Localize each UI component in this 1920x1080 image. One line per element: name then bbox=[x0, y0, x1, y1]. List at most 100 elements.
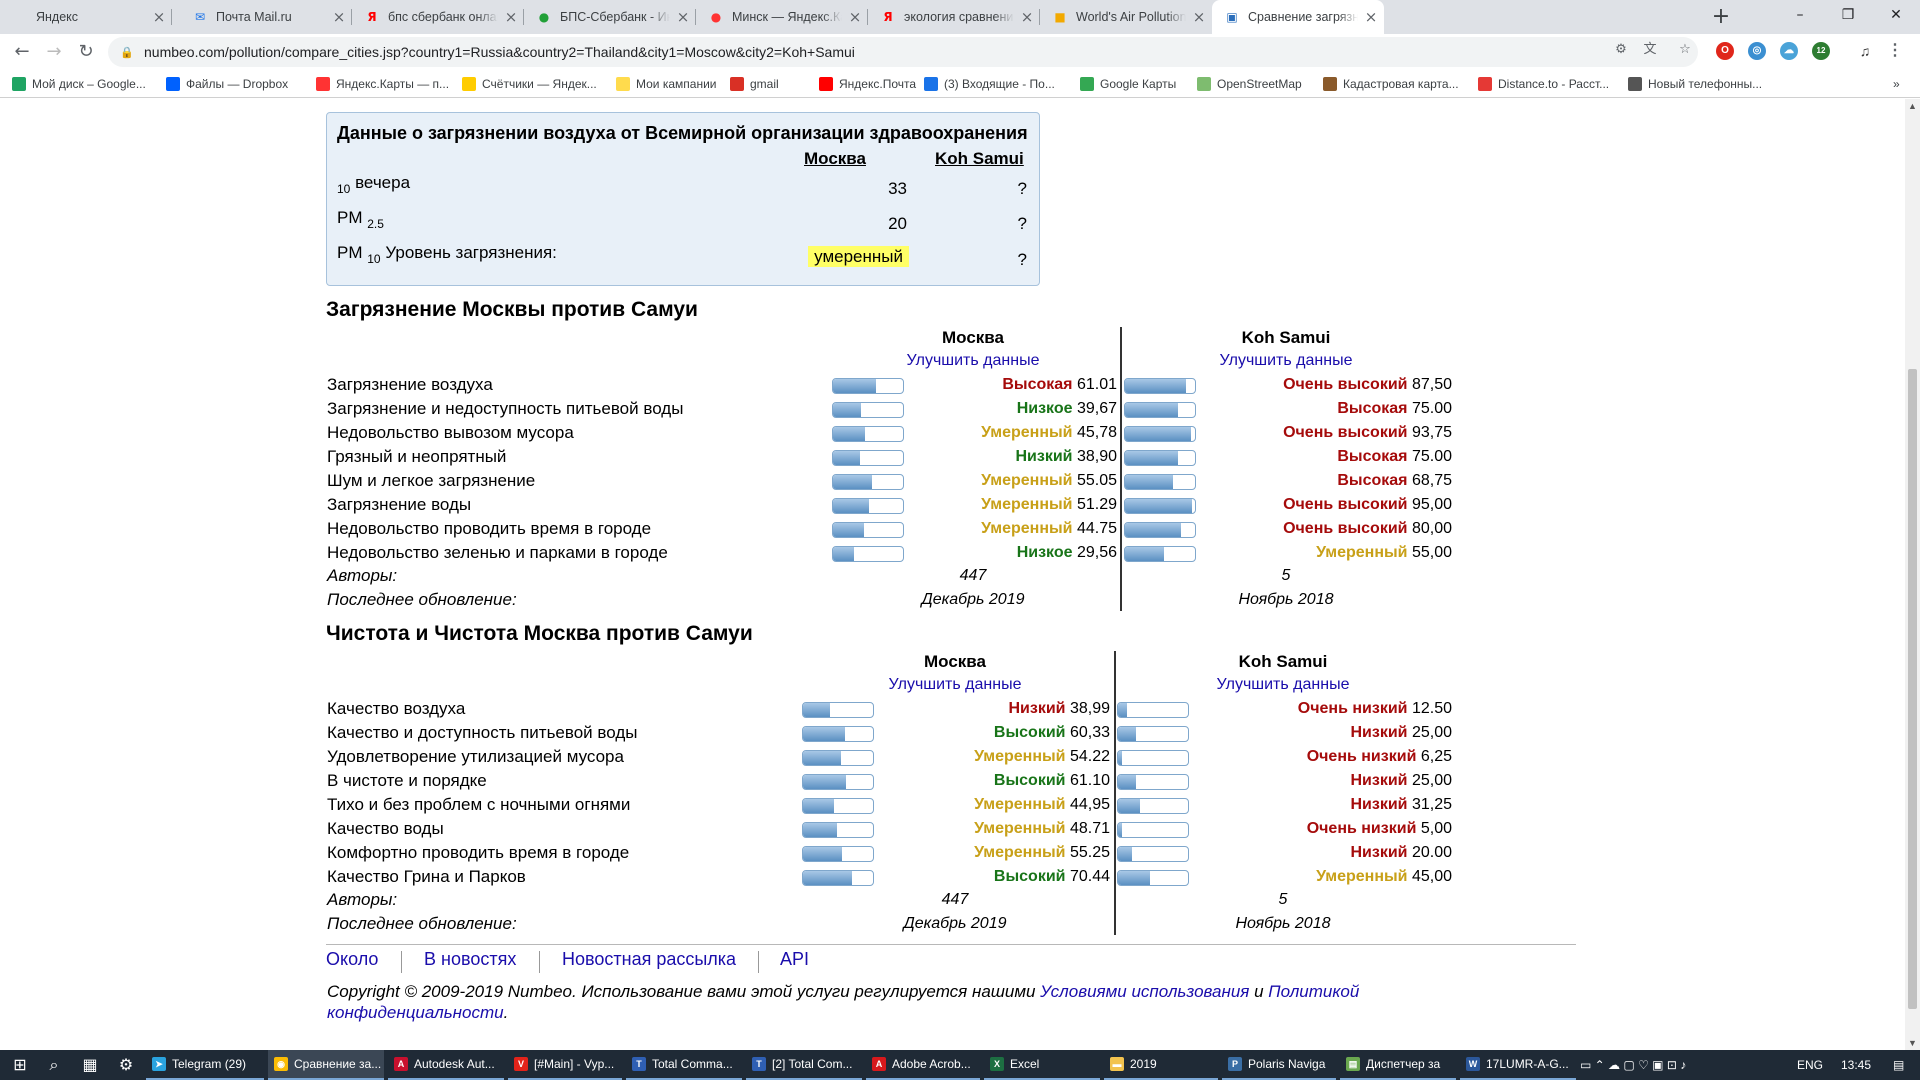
page-scrollbar[interactable]: ▲ ▼ bbox=[1905, 99, 1920, 1050]
browser-tab[interactable]: ✉ Почта Mail.ru × bbox=[180, 0, 352, 34]
close-window-button[interactable]: ✕ bbox=[1872, 0, 1920, 32]
tab-close-icon[interactable]: × bbox=[326, 8, 352, 26]
taskbar-app[interactable]: ◉ Сравнение за... bbox=[268, 1050, 384, 1080]
tab-close-icon[interactable]: × bbox=[1358, 8, 1384, 26]
browser-tab[interactable]: Ябпс сбербанк онлайн — Яндекс× bbox=[352, 0, 524, 34]
bookmark-item[interactable]: Яндекс.Почта bbox=[819, 75, 916, 93]
bookmark-item[interactable]: Кадастровая карта... bbox=[1323, 75, 1459, 93]
taskbar-app[interactable]: P Polaris Naviga bbox=[1222, 1050, 1336, 1080]
taskbar-app[interactable]: ▬ 2019 bbox=[1104, 1050, 1218, 1080]
scroll-down-arrow-icon[interactable]: ▼ bbox=[1908, 1038, 1917, 1048]
taskbar-app[interactable]: A Autodesk Aut... bbox=[388, 1050, 504, 1080]
bookmarks-overflow-icon[interactable]: » bbox=[1893, 75, 1900, 93]
badge-extension-icon[interactable]: 12 bbox=[1812, 42, 1830, 60]
calculator-icon[interactable]: ▦ bbox=[80, 1055, 100, 1075]
taskbar-app[interactable]: V [#Main] - Vyp... bbox=[508, 1050, 622, 1080]
browser-tab[interactable]: ● Минск — Яндекс.Карты× bbox=[696, 0, 868, 34]
clock[interactable]: 13:45 bbox=[1841, 1058, 1871, 1072]
bookmark-item[interactable]: Новый телефонны... bbox=[1628, 75, 1762, 93]
pollution-city2-rating: Очень высокий 95,00 bbox=[1283, 496, 1452, 514]
browser-tab[interactable]: Я Яндекс × bbox=[0, 0, 172, 34]
bookmark-item[interactable]: Google Карты bbox=[1080, 75, 1176, 93]
footer-link-news[interactable]: В новостях bbox=[424, 949, 516, 970]
scrollbar-thumb[interactable] bbox=[1908, 369, 1917, 1009]
menu-dots-icon[interactable]: ⋮ bbox=[1886, 42, 1904, 60]
forward-button[interactable]: → bbox=[40, 38, 68, 66]
tab-close-icon[interactable]: × bbox=[1186, 8, 1212, 26]
settings-icon[interactable]: ⚙ bbox=[116, 1055, 136, 1075]
extension-icon[interactable]: ◎ bbox=[1748, 42, 1766, 60]
bookmark-item[interactable]: Файлы — Dropbox bbox=[166, 75, 288, 93]
bookmark-item[interactable]: Счётчики — Яндек... bbox=[462, 75, 597, 93]
scroll-up-arrow-icon[interactable]: ▲ bbox=[1908, 101, 1917, 111]
taskbar-app[interactable]: T Total Comma... bbox=[626, 1050, 742, 1080]
browser-tab[interactable]: ■ World's Air Pollution: Real-t× bbox=[1040, 0, 1212, 34]
cloud-extension-icon[interactable]: ☁ bbox=[1780, 42, 1798, 60]
pollution-city2-rating: Очень высокий 87,50 bbox=[1283, 376, 1452, 394]
taskbar-app[interactable]: T [2] Total Com... bbox=[746, 1050, 862, 1080]
pollution-city2-score-bar bbox=[1124, 498, 1196, 514]
minimize-button[interactable]: – bbox=[1776, 0, 1824, 32]
language-indicator[interactable]: ENG bbox=[1797, 1058, 1823, 1072]
rating-value: 48.71 bbox=[1069, 820, 1110, 837]
taskbar-app-label: Polaris Naviga bbox=[1248, 1057, 1326, 1071]
terms-link[interactable]: Условиями использования bbox=[1040, 982, 1249, 1001]
bookmark-star-icon[interactable]: ☆ bbox=[1676, 41, 1694, 59]
purity-improve-link-1[interactable]: Улучшить данные bbox=[855, 676, 1055, 694]
search-icon[interactable]: ⌕ bbox=[44, 1055, 64, 1075]
rating-value: 55,00 bbox=[1411, 544, 1452, 561]
tab-close-icon[interactable]: × bbox=[498, 8, 524, 26]
tab-close-icon[interactable]: × bbox=[842, 8, 868, 26]
back-button[interactable]: ← bbox=[8, 38, 36, 66]
rating-value: 61.01 bbox=[1076, 376, 1117, 393]
taskbar-app[interactable]: ➤ Telegram (29) bbox=[146, 1050, 264, 1080]
pollution-improve-link-1[interactable]: Улучшить данные bbox=[873, 352, 1073, 370]
purity-city1-score-bar bbox=[802, 774, 874, 790]
tab-close-icon[interactable]: × bbox=[670, 8, 696, 26]
pollution-row-label: Недовольство проводить время в городе bbox=[327, 519, 652, 538]
maximize-button[interactable]: ❐ bbox=[1824, 0, 1872, 32]
bookmark-item[interactable]: gmail bbox=[730, 75, 779, 93]
footer-link-api[interactable]: API bbox=[780, 949, 809, 970]
pollution-city1-rating: Умеренный 55.05 bbox=[981, 472, 1117, 490]
taskbar-app[interactable]: X Excel bbox=[984, 1050, 1100, 1080]
taskbar-app[interactable]: W 17LUMR-A-G... bbox=[1460, 1050, 1576, 1080]
opera-extension-icon[interactable]: O bbox=[1716, 42, 1734, 60]
bookmark-item[interactable]: OpenStreetMap bbox=[1197, 75, 1302, 93]
taskbar-app[interactable]: A Adobe Acrob... bbox=[866, 1050, 980, 1080]
bookmark-item[interactable]: Distance.to - Расст... bbox=[1478, 75, 1609, 93]
windows-start-icon[interactable]: ⊞ bbox=[10, 1055, 30, 1075]
notifications-icon[interactable]: ▤ bbox=[1893, 1058, 1904, 1072]
score-bar-fill bbox=[1125, 499, 1192, 513]
bookmark-item[interactable]: Яндекс.Карты — п... bbox=[316, 75, 449, 93]
reload-button[interactable]: ↻ bbox=[72, 38, 100, 66]
tab-close-icon[interactable]: × bbox=[146, 8, 172, 26]
browser-tab[interactable]: ▣ Сравнение загрязнения м× bbox=[1212, 0, 1384, 34]
footer-link-newsletter[interactable]: Новостная рассылка bbox=[562, 949, 736, 970]
bookmark-item[interactable]: (3) Входящие - По... bbox=[924, 75, 1055, 93]
tab-close-icon[interactable]: × bbox=[1014, 8, 1040, 26]
bookmark-item[interactable]: Мои кампании bbox=[616, 75, 716, 93]
translate-icon[interactable]: 文 bbox=[1641, 41, 1659, 59]
address-bar[interactable]: 🔒 numbeo.com/pollution/compare_cities.js… bbox=[108, 37, 1698, 67]
pollution-improve-link-2[interactable]: Улучшить данные bbox=[1186, 352, 1386, 370]
pollution-city2-score-bar bbox=[1124, 522, 1196, 538]
purity-updated-city2: Ноябрь 2018 bbox=[1235, 915, 1331, 932]
acrobat-icon: A bbox=[872, 1057, 886, 1071]
browser-tab[interactable]: Яэкология сравнение город× bbox=[868, 0, 1040, 34]
rating-word: Очень высокий bbox=[1283, 520, 1408, 537]
score-bar-fill bbox=[1125, 475, 1174, 489]
browser-tab[interactable]: ● БПС-Сбербанк - Интернет× bbox=[524, 0, 696, 34]
footer-link-about[interactable]: Около bbox=[326, 949, 378, 970]
purity-city2-rating: Очень низкий 5,00 bbox=[1307, 820, 1452, 838]
new-tab-button[interactable]: + bbox=[1708, 4, 1734, 30]
pollution-city1-rating: Умеренный 44.75 bbox=[981, 520, 1117, 538]
profile-icon[interactable]: ♫ bbox=[1856, 42, 1874, 60]
bookmark-item[interactable]: Мой диск – Google... bbox=[12, 75, 146, 93]
rating-word: Очень высокий bbox=[1283, 496, 1408, 513]
pollution-city2-rating: Высокая 75.00 bbox=[1337, 400, 1452, 418]
purity-improve-link-2[interactable]: Улучшить данные bbox=[1183, 676, 1383, 694]
cookie-icon[interactable]: ⚙ bbox=[1612, 41, 1630, 59]
tray-icons[interactable]: ▭ ⌃ ☁ ▢ ♡ ▣ ⊡ ♪ bbox=[1580, 1058, 1686, 1072]
taskbar-app[interactable]: ▤ Диспетчер за bbox=[1340, 1050, 1456, 1080]
